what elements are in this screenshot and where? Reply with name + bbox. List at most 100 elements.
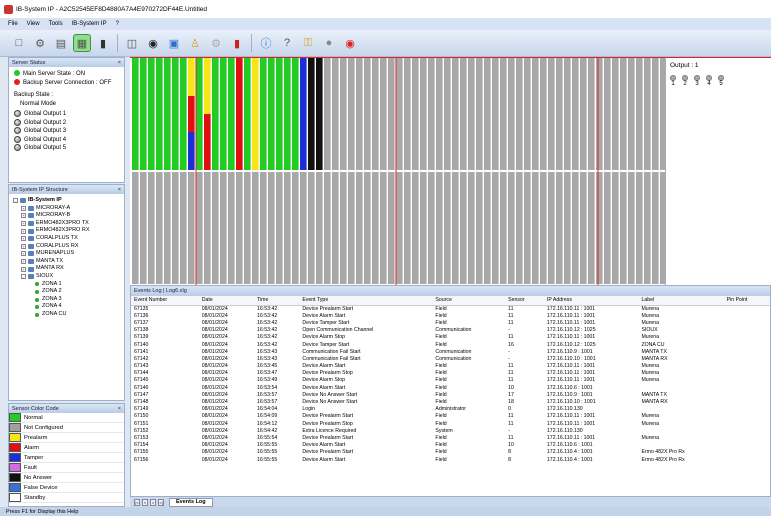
global-output-2[interactable]: Global Output 2 (14, 118, 119, 128)
sensor-cell[interactable] (436, 172, 443, 284)
sensor-cell[interactable] (452, 172, 459, 284)
sensor-cell[interactable] (508, 172, 515, 284)
tree-zone[interactable]: ZONA CU (13, 311, 120, 319)
save-icon[interactable]: ▤ (52, 34, 70, 52)
sensor-cell[interactable] (292, 58, 299, 170)
sensor-cell[interactable] (284, 58, 291, 170)
tree-device[interactable]: + ERMO482X3PRO TX (13, 220, 120, 228)
sensor-cell[interactable] (380, 172, 387, 284)
sensor-cell[interactable] (588, 172, 595, 284)
sensor-cell[interactable] (404, 58, 411, 170)
sensor-cell[interactable] (220, 172, 227, 284)
sensor-cell[interactable] (628, 172, 635, 284)
sensor-cell[interactable] (372, 58, 379, 170)
panel-close-icon[interactable]: × (118, 60, 121, 66)
sensor-cell[interactable] (292, 172, 299, 284)
table-row[interactable]: 67149 08/01/2024 16:54:04 Login Administrato… (131, 406, 770, 413)
sensor-cell[interactable] (196, 172, 203, 284)
tree-root[interactable]: - IB-System IP (13, 197, 120, 205)
sensor-cell[interactable] (196, 58, 203, 170)
sensor-cell[interactable] (140, 58, 147, 170)
column-header[interactable]: Sensor (505, 296, 544, 306)
sensor-cell[interactable] (316, 172, 323, 284)
column-header[interactable]: Source (432, 296, 506, 306)
sensor-cell[interactable] (636, 58, 643, 170)
sensor-cell[interactable] (492, 58, 499, 170)
nav-first-button[interactable]: |< (134, 498, 140, 506)
sensor-cell[interactable] (612, 172, 619, 284)
record-icon[interactable]: ● (320, 34, 338, 52)
column-header[interactable]: IP Address (543, 296, 639, 306)
global-output-4[interactable]: Global Output 4 (14, 135, 119, 145)
table-row[interactable]: 67155 08/01/2024 16:55:55 Device Prealarm S… (131, 449, 770, 456)
new-icon[interactable]: □ (10, 34, 28, 52)
sensor-cell[interactable] (172, 58, 179, 170)
column-header[interactable]: Event Type (299, 296, 433, 306)
sensor-cell[interactable] (620, 58, 627, 170)
sensor-cell[interactable] (396, 172, 403, 284)
monitor-icon[interactable]: ▣ (165, 34, 183, 52)
sensor-cell[interactable] (548, 58, 555, 170)
lock-icon[interactable]: ♙ (186, 34, 204, 52)
menu-view[interactable]: View (27, 21, 40, 27)
sensor-cell[interactable] (556, 172, 563, 284)
output-3[interactable]: 3 (694, 75, 700, 87)
bookmark-icon[interactable]: ▮ (228, 34, 246, 52)
sensor-cell[interactable] (604, 172, 611, 284)
sensor-cell[interactable] (444, 58, 451, 170)
info-icon[interactable]: ⓘ (257, 34, 275, 52)
table-row[interactable]: 67153 08/01/2024 16:55:54 Device Prealarm S… (131, 434, 770, 441)
menu-ib-system[interactable]: IB-System IP (72, 21, 107, 27)
sensor-cell[interactable] (644, 172, 651, 284)
sensor-cell[interactable] (140, 172, 147, 284)
sensor-cell[interactable] (412, 58, 419, 170)
output-4[interactable]: 4 (706, 75, 712, 87)
sensor-cell[interactable] (188, 96, 195, 132)
table-row[interactable]: 67138 08/01/2024 16:53:42 Open Communicatio… (131, 327, 770, 334)
sensor-cell[interactable] (484, 172, 491, 284)
sensor-cell[interactable] (460, 58, 467, 170)
sensor-cell[interactable] (356, 172, 363, 284)
sensor-cell[interactable] (412, 172, 419, 284)
panel-close-icon[interactable]: × (118, 187, 121, 193)
sensor-cell[interactable] (252, 58, 259, 170)
panel-close-icon[interactable]: × (118, 406, 121, 412)
table-row[interactable]: 67156 08/01/2024 16:55:55 Device Alarm Star… (131, 456, 770, 463)
tree-zone[interactable]: ZONA 1 (13, 281, 120, 289)
menu-file[interactable]: File (8, 21, 18, 27)
table-row[interactable]: 67144 08/01/2024 16:53:47 Device Prealarm S… (131, 370, 770, 377)
sensor-cell[interactable] (444, 172, 451, 284)
sensor-cell[interactable] (364, 58, 371, 170)
sensor-cell[interactable] (180, 172, 187, 284)
sensor-cell[interactable] (652, 172, 659, 284)
table-row[interactable]: 67146 08/01/2024 16:53:54 Device Alarm Star… (131, 384, 770, 391)
table-row[interactable]: 67150 08/01/2024 16:54:09 Device Prealarm S… (131, 413, 770, 420)
tree-zone[interactable]: ZONA 4 (13, 303, 120, 311)
sensor-cell[interactable] (276, 172, 283, 284)
sensor-cell[interactable] (500, 172, 507, 284)
sensor-cell[interactable] (220, 58, 227, 170)
sensor-cell[interactable] (228, 172, 235, 284)
sensor-cell[interactable] (516, 58, 523, 170)
tag-icon[interactable]: ▮ (94, 34, 112, 52)
sensor-cell[interactable] (428, 172, 435, 284)
sensor-cell[interactable] (532, 58, 539, 170)
sensor-cell[interactable] (596, 172, 603, 284)
sensor-cell[interactable] (268, 172, 275, 284)
sensor-cell[interactable] (260, 172, 267, 284)
table-row[interactable]: 67139 08/01/2024 16:53:42 Device Alarm Stop… (131, 334, 770, 341)
sensor-cell[interactable] (180, 58, 187, 170)
sensor-cell[interactable] (388, 172, 395, 284)
nav-prev-button[interactable]: < (142, 498, 148, 506)
output-5[interactable]: 5 (718, 75, 724, 87)
sensor-cell[interactable] (428, 58, 435, 170)
column-header[interactable]: Date (198, 296, 255, 306)
tree-zone[interactable]: ZONA 3 (13, 296, 120, 304)
sensor-cell[interactable] (556, 58, 563, 170)
sensor-cell[interactable] (580, 172, 587, 284)
sensor-cell[interactable] (188, 58, 195, 96)
sensor-cell[interactable] (548, 172, 555, 284)
sensor-cell[interactable] (492, 172, 499, 284)
sensor-cell[interactable] (300, 58, 307, 170)
sensor-cell[interactable] (516, 172, 523, 284)
